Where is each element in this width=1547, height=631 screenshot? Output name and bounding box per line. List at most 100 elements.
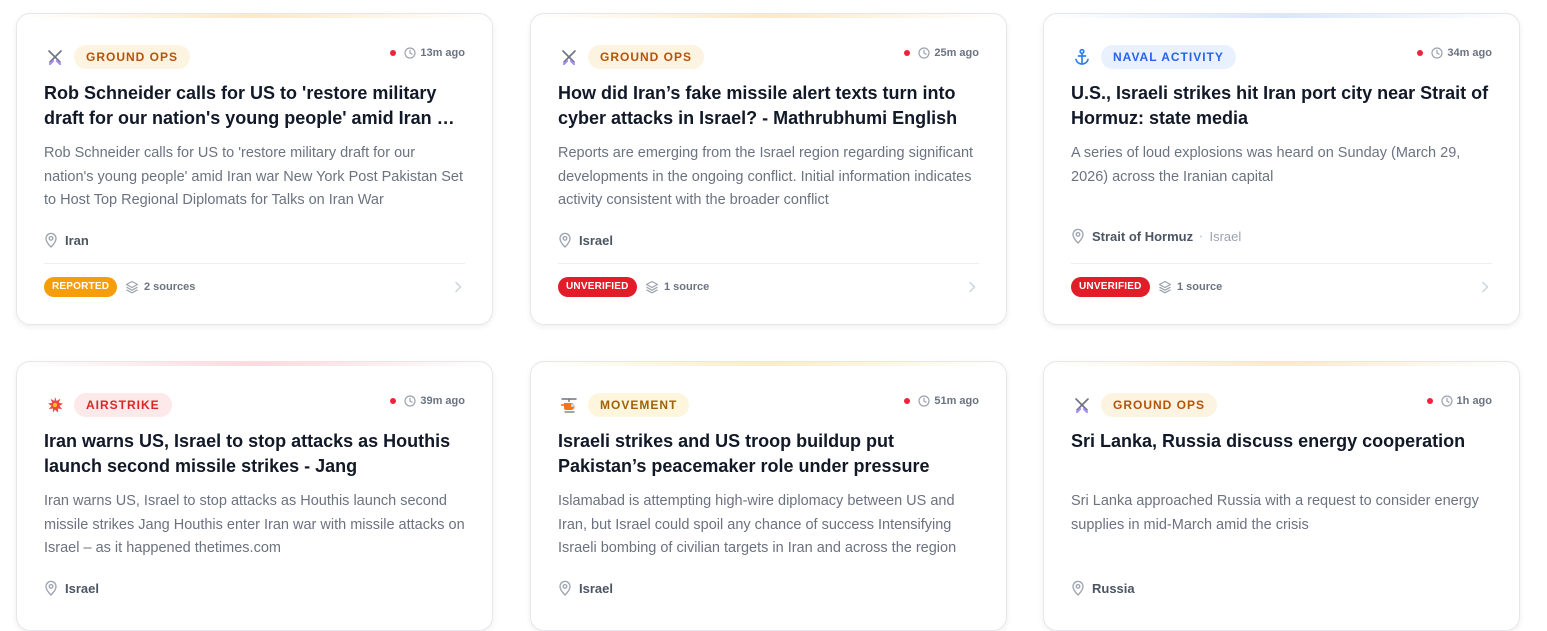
status-badge: REPORTED (44, 277, 118, 297)
location-name: Strait of Hormuz (1092, 228, 1194, 244)
timestamp: 51m ago (904, 392, 979, 410)
card-header: MOVEMENT 51m ago (558, 392, 979, 417)
crossed-swords-icon (558, 46, 580, 68)
category-badge: GROUND OPS (588, 45, 705, 69)
timestamp: 25m ago (904, 44, 979, 62)
clock-icon (404, 47, 416, 59)
news-headline[interactable]: Sri Lanka, Russia discuss energy coopera… (1071, 429, 1495, 454)
news-card[interactable]: GROUND OPS 1h ago Sri Lanka, Russia disc… (1043, 361, 1520, 631)
news-headline[interactable]: Israeli strikes and US troop buildup put… (558, 429, 982, 479)
news-summary: Reports are emerging from the Israel reg… (558, 145, 974, 208)
category-badge: NAVAL ACTIVITY (1101, 45, 1236, 69)
news-headline[interactable]: U.S., Israeli strikes hit Iran port city… (1071, 81, 1495, 131)
clock-icon (1431, 47, 1443, 59)
map-pin-icon (1071, 580, 1085, 596)
chevron-right-icon[interactable] (1480, 280, 1490, 294)
time-ago-label: 51m ago (934, 395, 979, 407)
clock-icon (918, 395, 930, 407)
time-ago-label: 1h ago (1456, 395, 1492, 407)
card-header: GROUND OPS 13m ago (44, 44, 465, 69)
helicopter-icon (558, 394, 580, 416)
map-pin-icon (44, 580, 58, 596)
location-separator: · (1199, 228, 1204, 244)
map-pin-icon (44, 232, 58, 248)
news-card-grid: GROUND OPS 13m ago Rob Schneider calls f… (0, 0, 1547, 631)
location-name: Russia (1092, 580, 1135, 596)
location: Israel (558, 578, 613, 598)
news-headline[interactable]: Iran warns US, Israel to stop attacks as… (44, 429, 468, 479)
location: Israel (44, 578, 99, 598)
location-name: Israel (579, 232, 613, 248)
live-indicator-dot (904, 50, 911, 56)
timestamp: 34m ago (1417, 44, 1492, 62)
card-divider (558, 263, 979, 264)
card-divider (1071, 263, 1492, 264)
card-footer: UNVERIFIED 1 source (1071, 277, 1492, 297)
status-badge: UNVERIFIED (558, 277, 637, 297)
clock-icon (1440, 395, 1453, 407)
chevron-right-icon[interactable] (453, 280, 463, 294)
source-count[interactable]: 2 sources (125, 277, 195, 297)
location: Russia (1071, 578, 1135, 598)
card-header: GROUND OPS 1h ago (1071, 392, 1492, 417)
crossed-swords-icon (44, 46, 66, 68)
source-count-label: 2 sources (144, 281, 196, 293)
layers-icon (125, 280, 139, 294)
location-name: Israel (579, 580, 613, 596)
layers-icon (1158, 280, 1172, 294)
clock-icon (404, 395, 416, 407)
news-headline[interactable]: How did Iran’s fake missile alert texts … (558, 81, 982, 131)
news-summary: A series of loud explosions was heard on… (1071, 145, 1461, 185)
news-summary: Rob Schneider calls for US to 'restore m… (44, 145, 464, 208)
location-name: Iran (65, 232, 89, 248)
layers-icon (645, 280, 659, 294)
category-badge: GROUND OPS (74, 45, 191, 69)
location-secondary: Israel (1209, 228, 1242, 244)
location: Strait of Hormuz · Israel (1071, 226, 1241, 246)
map-pin-icon (1071, 228, 1085, 244)
news-summary: Islamabad is attempting high-wire diplom… (558, 493, 957, 556)
live-indicator-dot (390, 398, 397, 404)
location: Iran (44, 230, 89, 250)
crossed-swords-icon (1071, 394, 1093, 416)
status-badge: UNVERIFIED (1071, 277, 1150, 297)
location: Israel (558, 230, 613, 250)
anchor-icon (1071, 46, 1093, 68)
map-pin-icon (558, 580, 572, 596)
explosion-icon (44, 394, 66, 416)
source-count[interactable]: 1 source (1158, 277, 1222, 297)
card-header: GROUND OPS 25m ago (558, 44, 979, 69)
card-divider (44, 263, 465, 264)
card-header: NAVAL ACTIVITY 34m ago (1071, 44, 1492, 69)
live-indicator-dot (390, 50, 397, 56)
live-indicator-dot (1417, 50, 1424, 56)
time-ago-label: 13m ago (420, 47, 465, 59)
card-header: AIRSTRIKE 39m ago (44, 392, 465, 417)
source-count-label: 1 source (664, 281, 710, 293)
time-ago-label: 39m ago (420, 395, 465, 407)
news-card[interactable]: AIRSTRIKE 39m ago Iran warns US, Israel … (16, 361, 493, 631)
timestamp: 1h ago (1426, 392, 1492, 410)
live-indicator-dot (904, 398, 911, 404)
category-badge: MOVEMENT (588, 393, 690, 417)
news-summary: Sri Lanka approached Russia with a reque… (1071, 493, 1479, 533)
timestamp: 13m ago (390, 44, 465, 62)
news-headline[interactable]: Rob Schneider calls for US to 'restore m… (44, 81, 468, 131)
news-card[interactable]: NAVAL ACTIVITY 34m ago U.S., Israeli str… (1043, 13, 1520, 325)
card-footer: REPORTED 2 sources (44, 277, 465, 297)
news-card[interactable]: GROUND OPS 13m ago Rob Schneider calls f… (16, 13, 493, 325)
clock-icon (918, 47, 930, 59)
news-summary: Iran warns US, Israel to stop attacks as… (44, 493, 465, 556)
live-indicator-dot (1426, 398, 1433, 404)
source-count[interactable]: 1 source (645, 277, 709, 297)
timestamp: 39m ago (390, 392, 465, 410)
category-badge: GROUND OPS (1101, 393, 1218, 417)
news-card[interactable]: MOVEMENT 51m ago Israeli strikes and US … (530, 361, 1007, 631)
news-card[interactable]: GROUND OPS 25m ago How did Iran’s fake m… (530, 13, 1007, 325)
card-footer: UNVERIFIED 1 source (558, 277, 979, 297)
category-badge: AIRSTRIKE (74, 393, 172, 417)
location-name: Israel (65, 580, 99, 596)
time-ago-label: 25m ago (934, 47, 979, 59)
source-count-label: 1 source (1177, 281, 1223, 293)
chevron-right-icon[interactable] (967, 280, 977, 294)
